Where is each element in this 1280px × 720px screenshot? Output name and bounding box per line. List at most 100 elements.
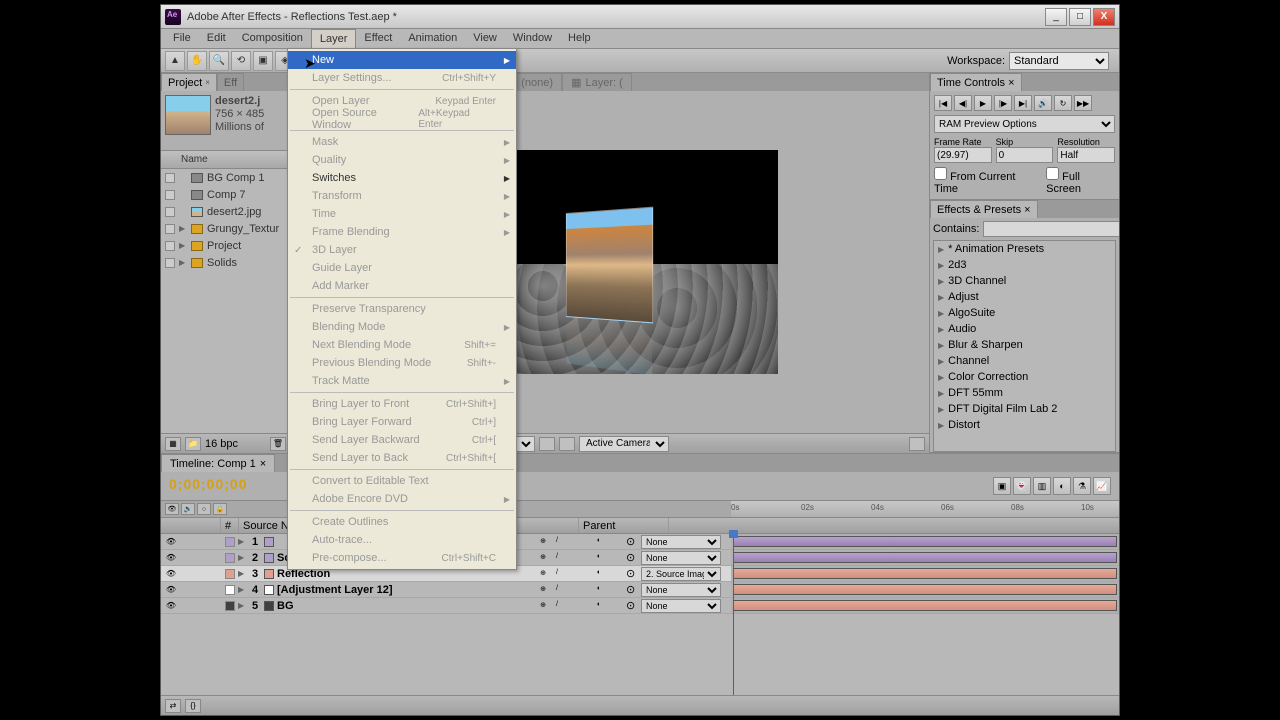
time-controls-tab[interactable]: Time Controls× — [930, 73, 1022, 91]
timeline-layer-row[interactable]: 👁▶4[Adjustment Layer 12]⊕/◐⊙None — [161, 582, 1119, 598]
preset-category[interactable]: ▶Channel — [934, 353, 1115, 369]
project-item[interactable]: Comp 7 — [161, 186, 290, 203]
preset-category[interactable]: ▶Adjust — [934, 289, 1115, 305]
preset-category[interactable]: ▶* Animation Presets — [934, 241, 1115, 257]
menu-edit[interactable]: Edit — [199, 29, 234, 48]
preset-category[interactable]: ▶2d3 — [934, 257, 1115, 273]
timeline-layer-row[interactable]: 👁▶5BG⊕/◐⊙None — [161, 598, 1119, 614]
shy-button[interactable]: 👻 — [1013, 477, 1031, 495]
preset-category[interactable]: ▶3D Channel — [934, 273, 1115, 289]
project-item[interactable]: ▶Solids — [161, 254, 290, 271]
project-item[interactable]: desert2.jpg — [161, 203, 290, 220]
menu-animation[interactable]: Animation — [400, 29, 465, 48]
menu-layer[interactable]: Layer — [311, 29, 357, 48]
delete-button[interactable]: 🗑 — [270, 437, 286, 451]
play-button[interactable]: ▶ — [974, 95, 992, 111]
close-icon[interactable]: × — [205, 78, 210, 87]
loop-button[interactable]: ↻ — [1054, 95, 1072, 111]
asset-thumbnail — [165, 95, 211, 135]
effects-tab[interactable]: Eff — [217, 73, 244, 91]
name-column[interactable]: Name — [181, 154, 208, 165]
new-folder-button[interactable]: 📁 — [185, 437, 201, 451]
menu-file[interactable]: File — [165, 29, 199, 48]
effects-search-input[interactable] — [983, 221, 1119, 237]
full-screen-checkbox[interactable]: Full Screen — [1046, 167, 1115, 195]
maximize-button[interactable]: □ — [1069, 8, 1091, 26]
menu-help[interactable]: Help — [560, 29, 599, 48]
lock-switch-icon[interactable]: 🔒 — [213, 503, 227, 515]
workspace-select[interactable]: Standard — [1009, 52, 1109, 70]
preset-category[interactable]: ▶DFT Digital Film Lab 2 — [934, 401, 1115, 417]
project-tab[interactable]: Project× — [161, 73, 217, 91]
close-icon[interactable]: × — [1008, 77, 1014, 89]
toggle-switches-button[interactable]: ⇄ — [165, 699, 181, 713]
solo-switch-icon[interactable]: ○ — [197, 503, 211, 515]
bpc-label[interactable]: 16 bpc — [205, 438, 238, 450]
prev-frame-button[interactable]: ◀| — [954, 95, 972, 111]
graph-button[interactable]: 📈 — [1093, 477, 1111, 495]
roi-button[interactable] — [539, 437, 555, 451]
comp-flowchart-button[interactable] — [909, 437, 925, 451]
menu-item[interactable]: Switches▶ — [288, 169, 516, 187]
brainstorm-button[interactable]: ⚗ — [1073, 477, 1091, 495]
camera-tool[interactable]: ▣ — [253, 51, 273, 71]
framerate-input[interactable]: (29.97) — [934, 147, 992, 163]
resolution-input[interactable]: Half — [1057, 147, 1115, 163]
menu-item: Open Source WindowAlt+Keypad Enter — [288, 110, 516, 128]
effects-presets-tab[interactable]: Effects & Presets× — [930, 200, 1038, 218]
rotate-tool[interactable]: ⟲ — [231, 51, 251, 71]
asset-dimensions: 756 × 485 — [215, 108, 264, 121]
audio-switch-icon[interactable]: 🔊 — [181, 503, 195, 515]
app-icon — [165, 9, 181, 25]
menu-view[interactable]: View — [465, 29, 505, 48]
interpret-footage-button[interactable]: ▦ — [165, 437, 181, 451]
timeline-tab[interactable]: Timeline: Comp 1× — [161, 454, 275, 472]
audio-button[interactable]: 🔊 — [1034, 95, 1052, 111]
expand-button[interactable]: {} — [185, 699, 201, 713]
frame-blend-button[interactable]: ▥ — [1033, 477, 1051, 495]
camera-select[interactable]: Active Camera — [579, 436, 669, 452]
first-frame-button[interactable]: |◀ — [934, 95, 952, 111]
menu-item: Transform▶ — [288, 187, 516, 205]
video-switch-icon[interactable]: 👁 — [165, 503, 179, 515]
hand-tool[interactable]: ✋ — [187, 51, 207, 71]
menu-item[interactable]: New▶ — [288, 51, 516, 69]
project-panel: Project× Eff desert2.j 756 × 485 Million… — [161, 73, 291, 453]
project-item[interactable]: ▶Project — [161, 237, 290, 254]
preset-category[interactable]: ▶AlgoSuite — [934, 305, 1115, 321]
menu-window[interactable]: Window — [505, 29, 560, 48]
transparency-grid-button[interactable] — [559, 437, 575, 451]
current-timecode[interactable]: 0;00;00;00 — [169, 476, 248, 492]
preset-category[interactable]: ▶Color Correction — [934, 369, 1115, 385]
preset-category[interactable]: ▶DFT 55mm — [934, 385, 1115, 401]
close-icon[interactable]: × — [1024, 204, 1030, 216]
zoom-tool[interactable]: 🔍 — [209, 51, 229, 71]
last-frame-button[interactable]: ▶| — [1014, 95, 1032, 111]
next-frame-button[interactable]: |▶ — [994, 95, 1012, 111]
minimize-button[interactable]: _ — [1045, 8, 1067, 26]
menu-item: Adobe Encore DVD▶ — [288, 490, 516, 508]
preset-category[interactable]: ▶Blur & Sharpen — [934, 337, 1115, 353]
from-current-checkbox[interactable]: From Current Time — [934, 167, 1038, 195]
close-icon[interactable]: × — [260, 458, 266, 470]
ram-preview-button[interactable]: ▶▶ — [1074, 95, 1092, 111]
menu-effect[interactable]: Effect — [356, 29, 400, 48]
project-item[interactable]: BG Comp 1 — [161, 169, 290, 186]
project-item[interactable]: ▶Grungy_Textur — [161, 220, 290, 237]
window-title: Adobe After Effects - Reflections Test.a… — [187, 11, 1043, 23]
comp-button[interactable]: ▣ — [993, 477, 1011, 495]
motion-blur-button[interactable]: ◐ — [1053, 477, 1071, 495]
skip-input[interactable]: 0 — [996, 147, 1054, 163]
comp-tab[interactable]: ▦Layer: ( — [562, 73, 632, 91]
menu-composition[interactable]: Composition — [234, 29, 311, 48]
menu-item: Layer Settings...Ctrl+Shift+Y — [288, 69, 516, 87]
time-ruler[interactable]: 0s02s04s06s08s10s — [731, 501, 1119, 517]
selection-tool[interactable]: ▲ — [165, 51, 185, 71]
preset-category[interactable]: ▶Audio — [934, 321, 1115, 337]
menu-item: Blending Mode▶ — [288, 318, 516, 336]
preview-mode-select[interactable]: RAM Preview Options — [934, 115, 1115, 133]
preset-category[interactable]: ▶Distort — [934, 417, 1115, 433]
playhead[interactable] — [733, 534, 734, 695]
close-button[interactable]: X — [1093, 8, 1115, 26]
menu-item: Bring Layer to FrontCtrl+Shift+] — [288, 395, 516, 413]
